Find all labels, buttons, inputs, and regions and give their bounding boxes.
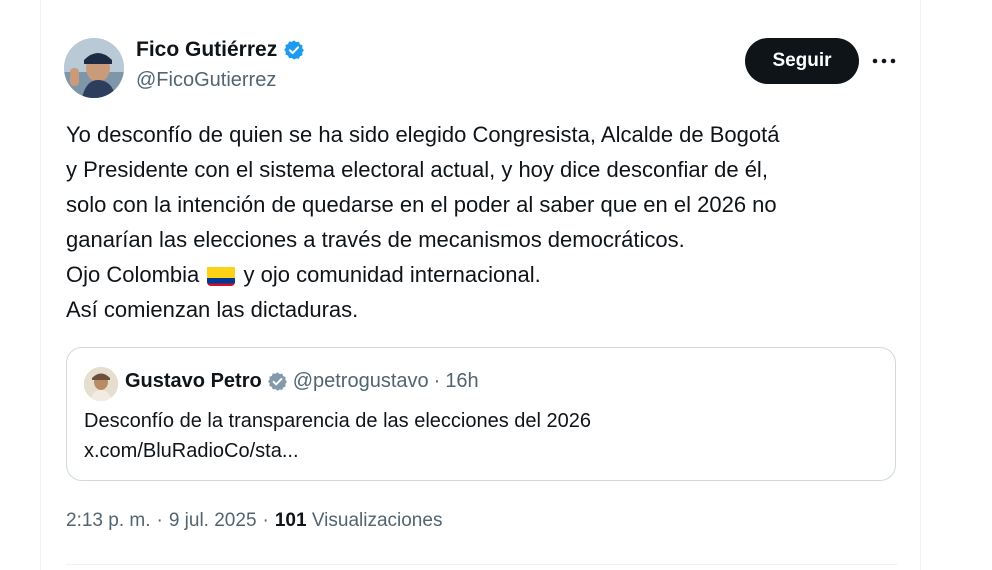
- quoted-avatar-image: [84, 367, 118, 401]
- tweet-text: Yo desconfío de quien se ha sido elegido…: [66, 117, 906, 327]
- quoted-author-handle[interactable]: @petrogustavo: [293, 370, 429, 393]
- quoted-tweet-card[interactable]: Gustavo Petro @petrogustavo · 16h Descon…: [66, 347, 896, 481]
- ellipsis-icon: [872, 58, 896, 64]
- colombia-flag-icon: [207, 264, 236, 286]
- quoted-verified-badge-icon: [267, 372, 287, 391]
- quoted-separator: ·: [433, 370, 441, 392]
- author-avatar[interactable]: [64, 38, 124, 98]
- author-avatar-image: [64, 38, 124, 98]
- quoted-text: Desconfío de la transparencia de las ele…: [84, 410, 591, 432]
- tweet-line: Yo desconfío de quien se ha sido elegido…: [66, 122, 780, 147]
- quoted-author-name[interactable]: Gustavo Petro: [125, 370, 262, 393]
- tweet-meta: 2:13 p. m. · 9 jul. 2025 · 101 Visualiza…: [66, 510, 442, 532]
- author-name[interactable]: Fico Gutiérrez: [136, 38, 277, 62]
- tweet-line: Así comienzan las dictaduras.: [66, 297, 359, 322]
- tweet-line: y Presidente con el sistema electoral ac…: [66, 157, 768, 182]
- quoted-header: Gustavo Petro @petrogustavo · 16h: [125, 370, 479, 393]
- tweet-line: ganarían las elecciones a través de meca…: [66, 227, 685, 252]
- views-label: Visualizaciones: [311, 510, 443, 531]
- author-handle[interactable]: @FicoGutierrez: [136, 69, 276, 92]
- more-options-icon[interactable]: [868, 46, 900, 76]
- tweet-line: solo con la intención de quedarse en el …: [66, 192, 777, 217]
- tweet-line-flag-before: Ojo Colombia: [66, 262, 200, 287]
- right-border: [920, 0, 921, 570]
- left-border: [40, 0, 41, 570]
- divider: [66, 564, 898, 565]
- meta-separator: ·: [156, 510, 163, 531]
- tweet-time[interactable]: 2:13 p. m.: [66, 510, 151, 532]
- verified-badge-icon: [284, 40, 305, 60]
- quoted-author-avatar[interactable]: [84, 367, 118, 401]
- views-count: 101: [274, 510, 307, 531]
- views-group[interactable]: 101 Visualizaciones: [275, 510, 443, 532]
- quoted-timestamp[interactable]: 16h: [445, 370, 478, 393]
- author-name-row: Fico Gutiérrez: [136, 38, 305, 62]
- follow-button[interactable]: Seguir: [745, 38, 859, 84]
- tweet-line-flag-after: y ojo comunidad internacional.: [243, 262, 541, 287]
- tweet-date[interactable]: 9 jul. 2025: [169, 510, 257, 532]
- tweet-line-flag: Ojo Colombia y ojo comunidad internacion…: [66, 257, 906, 292]
- quoted-link[interactable]: x.com/BluRadioCo/sta...: [84, 437, 299, 465]
- meta-separator: ·: [262, 510, 269, 531]
